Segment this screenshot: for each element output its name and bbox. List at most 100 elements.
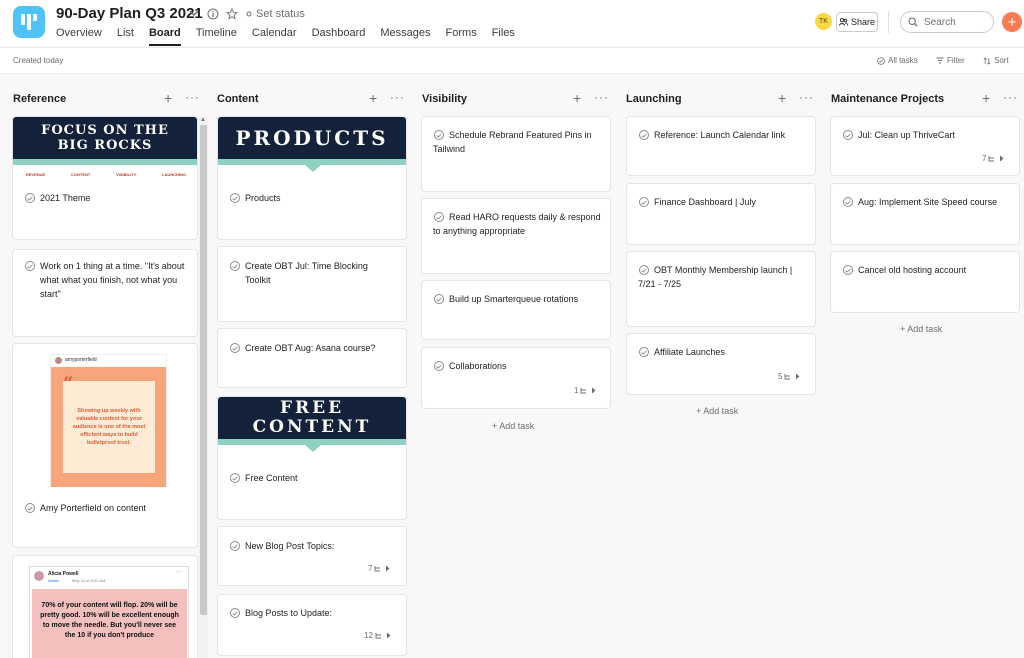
- info-icon[interactable]: [207, 8, 219, 20]
- task-card[interactable]: Finance Dashboard | July: [626, 183, 816, 245]
- created-note: Created today: [13, 56, 64, 65]
- column-add-button[interactable]: +: [982, 91, 990, 105]
- scroll-up-icon[interactable]: ▲: [200, 117, 206, 123]
- column-more-button[interactable]: ···: [1003, 91, 1018, 103]
- top-bar: 90-Day Plan Q3 2021 Set status Overview …: [0, 0, 1024, 46]
- task-card[interactable]: Alicia Powell Admin May 24 at 9:00 AM ··…: [12, 555, 198, 658]
- subtask-count[interactable]: 7: [982, 154, 1004, 163]
- complete-checkbox[interactable]: [434, 361, 444, 371]
- tab-messages[interactable]: Messages: [380, 27, 430, 46]
- cover-handle: amyporterfield: [65, 357, 97, 363]
- complete-checkbox[interactable]: [639, 197, 649, 207]
- cover-tag: REVENUE: [25, 171, 46, 177]
- add-task-button[interactable]: + Add task: [696, 406, 738, 416]
- filter-button[interactable]: Filter: [936, 56, 965, 65]
- task-card[interactable]: Create OBT Jul: Time Blocking Toolkit: [217, 246, 407, 322]
- task-card[interactable]: Aug: Implement Site Speed course: [830, 183, 1020, 245]
- column-scrollbar[interactable]: ▲: [199, 117, 208, 658]
- task-card[interactable]: Build up Smarterqueue rotations: [421, 280, 611, 340]
- subtask-count-value: 1: [574, 386, 579, 395]
- subtask-count[interactable]: 1: [574, 386, 596, 395]
- tab-files[interactable]: Files: [492, 27, 515, 46]
- add-task-button[interactable]: + Add task: [900, 324, 942, 334]
- tab-dashboard[interactable]: Dashboard: [312, 27, 366, 46]
- complete-checkbox[interactable]: [843, 197, 853, 207]
- tab-list[interactable]: List: [117, 27, 134, 46]
- column-title-content[interactable]: Content: [217, 93, 259, 105]
- complete-checkbox[interactable]: [230, 343, 240, 353]
- tab-board[interactable]: Board: [148, 27, 181, 46]
- column-add-button[interactable]: +: [164, 91, 172, 105]
- user-avatar[interactable]: TK: [815, 13, 832, 30]
- column-title-maintenance-projects[interactable]: Maintenance Projects: [831, 93, 944, 105]
- column-add-button[interactable]: +: [778, 91, 786, 105]
- complete-checkbox[interactable]: [843, 265, 853, 275]
- complete-checkbox[interactable]: [639, 130, 649, 140]
- task-card[interactable]: Blog Posts to Update: 12: [217, 594, 407, 656]
- set-status-button[interactable]: Set status: [256, 8, 305, 20]
- task-card[interactable]: Affiliate Launches 5: [626, 333, 816, 395]
- task-card[interactable]: Jul: Clean up ThriveCart 7: [830, 116, 1020, 176]
- search-box[interactable]: [900, 11, 994, 33]
- task-card[interactable]: amyporterfield “ Showing up weekly with …: [12, 343, 198, 548]
- column-more-button[interactable]: ···: [390, 91, 405, 103]
- subtask-count[interactable]: 12: [364, 631, 391, 640]
- column-more-button[interactable]: ···: [185, 91, 200, 103]
- card-cover-image: amyporterfield “ Showing up weekly with …: [50, 354, 167, 487]
- subtask-count[interactable]: 7: [368, 564, 390, 573]
- complete-checkbox[interactable]: [434, 294, 444, 304]
- column-more-button[interactable]: ···: [594, 91, 609, 103]
- task-card[interactable]: Cancel old hosting account: [830, 251, 1020, 313]
- tab-timeline[interactable]: Timeline: [196, 27, 237, 46]
- column-title-launching[interactable]: Launching: [626, 93, 682, 105]
- complete-checkbox[interactable]: [230, 608, 240, 618]
- complete-checkbox[interactable]: [230, 193, 240, 203]
- task-card[interactable]: New Blog Post Topics: 7: [217, 526, 407, 586]
- all-tasks-button[interactable]: All tasks: [877, 56, 918, 65]
- task-card[interactable]: Reference: Launch Calendar link: [626, 116, 816, 176]
- task-card[interactable]: Create OBT Aug: Asana course?: [217, 328, 407, 388]
- caret-right-icon: [386, 632, 391, 639]
- project-title[interactable]: 90-Day Plan Q3 2021: [56, 5, 203, 22]
- task-card[interactable]: OBT Monthly Membership launch | 7/21 - 7…: [626, 251, 816, 327]
- column-title-visibility[interactable]: Visibility: [422, 93, 467, 105]
- project-icon[interactable]: [13, 6, 45, 38]
- complete-checkbox[interactable]: [843, 130, 853, 140]
- task-card[interactable]: Read HARO requests daily & respond to an…: [421, 198, 611, 274]
- tab-forms[interactable]: Forms: [446, 27, 477, 46]
- task-card[interactable]: Schedule Rebrand Featured Pins in Tailwi…: [421, 116, 611, 192]
- task-card[interactable]: FREE CONTENT Free Content: [217, 396, 407, 520]
- complete-checkbox[interactable]: [230, 473, 240, 483]
- tab-calendar[interactable]: Calendar: [252, 27, 297, 46]
- complete-checkbox[interactable]: [639, 347, 649, 357]
- sort-button[interactable]: Sort: [983, 56, 1009, 65]
- column-title-reference[interactable]: Reference: [13, 93, 66, 105]
- column-add-button[interactable]: +: [573, 91, 581, 105]
- task-card[interactable]: FOCUS ON THE BIG ROCKS REVENUE CONTENT V…: [12, 116, 198, 240]
- cover-quote: 70% of your content will flop. 20% will …: [32, 589, 187, 658]
- add-task-button[interactable]: + Add task: [492, 421, 534, 431]
- chevron-down-icon[interactable]: [189, 9, 199, 17]
- complete-checkbox[interactable]: [25, 261, 35, 271]
- task-card[interactable]: Collaborations 1: [421, 347, 611, 409]
- complete-checkbox[interactable]: [25, 503, 35, 513]
- cover-title-line: PRODUCTS: [235, 126, 389, 150]
- search-input[interactable]: [924, 16, 988, 28]
- complete-checkbox[interactable]: [230, 261, 240, 271]
- column-more-button[interactable]: ···: [799, 91, 814, 103]
- task-card[interactable]: PRODUCTS Products: [217, 116, 407, 240]
- tab-overview[interactable]: Overview: [56, 27, 102, 46]
- complete-checkbox[interactable]: [230, 541, 240, 551]
- task-card[interactable]: Work on 1 thing at a time. "It's about w…: [12, 249, 198, 337]
- cover-tag: VISIBILITY: [116, 171, 137, 177]
- star-icon[interactable]: [226, 8, 238, 20]
- column-add-button[interactable]: +: [369, 91, 377, 105]
- subtask-count[interactable]: 5: [778, 372, 800, 381]
- share-button[interactable]: Share: [836, 12, 878, 32]
- global-add-button[interactable]: +: [1002, 12, 1022, 32]
- scroll-thumb[interactable]: [200, 125, 207, 615]
- post-author: Alicia Powell: [48, 571, 79, 577]
- cover-tag: LAUNCHING: [162, 171, 187, 177]
- complete-checkbox[interactable]: [25, 193, 35, 203]
- task-name: Schedule Rebrand Featured Pins in Tailwi…: [433, 130, 592, 154]
